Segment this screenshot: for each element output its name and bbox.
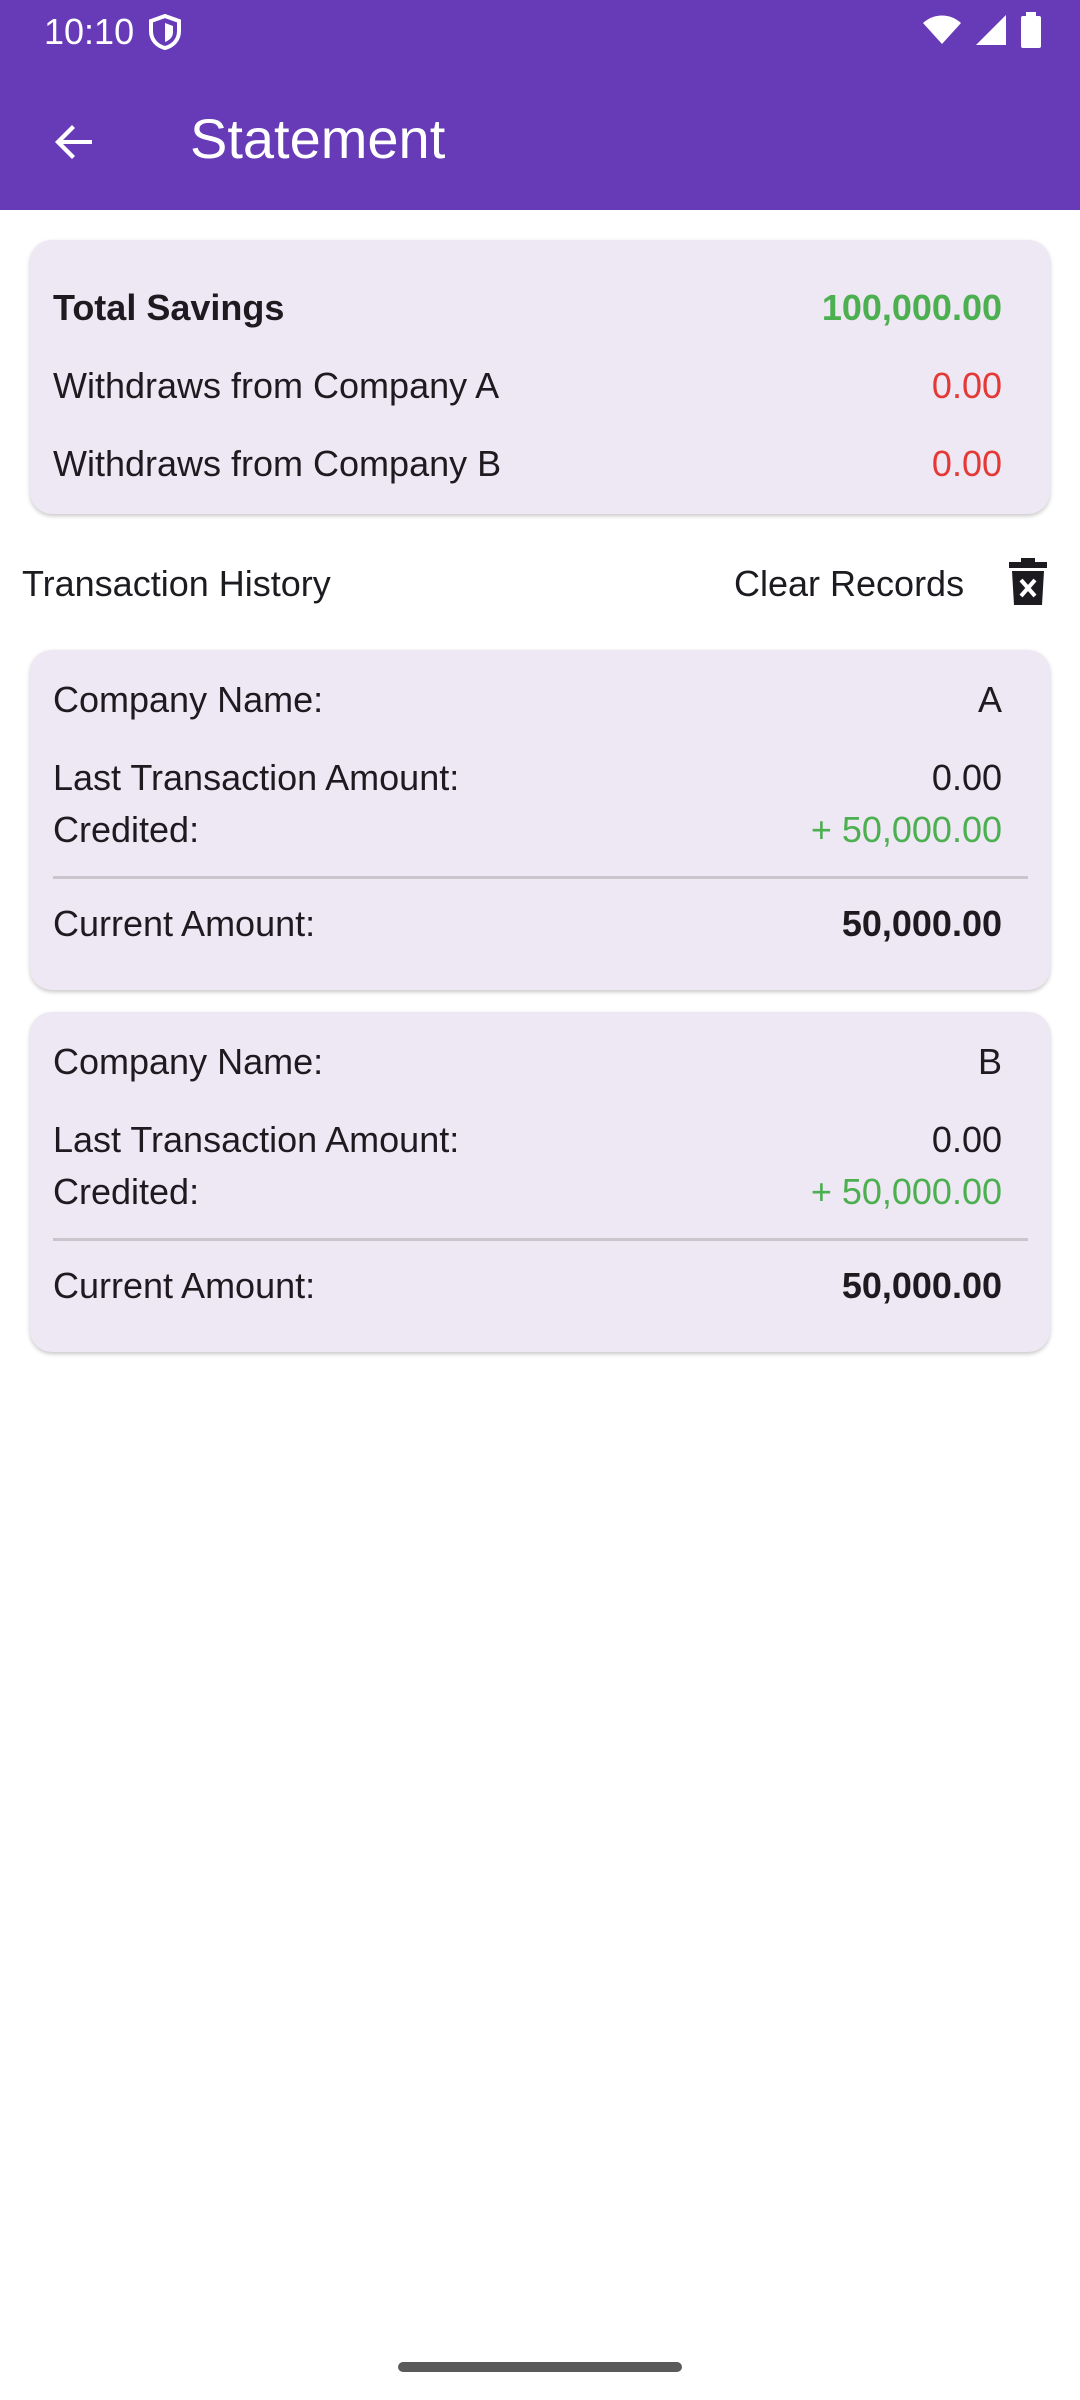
back-button[interactable] — [26, 96, 122, 192]
credited-value: + 50,000.00 — [810, 809, 1002, 850]
trash-icon — [1008, 557, 1048, 611]
company-name-row: Company Name: B — [53, 1040, 1002, 1084]
status-icons — [922, 11, 1042, 53]
last-transaction-label: Last Transaction Amount: — [53, 1119, 460, 1160]
divider — [53, 1238, 1028, 1241]
current-amount-label: Current Amount: — [53, 1265, 316, 1306]
last-transaction-value: 0.00 — [931, 757, 1002, 798]
status-time: 10:10 — [44, 11, 135, 52]
last-transaction-value: 0.00 — [931, 1119, 1002, 1160]
arrow-back-icon — [50, 118, 98, 171]
cellular-signal-icon — [974, 13, 1008, 52]
company-card-b: Company Name: B Last Transaction Amount:… — [30, 1012, 1050, 1352]
last-transaction-row: Last Transaction Amount: 0.00 — [53, 1118, 1002, 1162]
battery-icon — [1020, 11, 1042, 53]
credited-value: + 50,000.00 — [810, 1171, 1002, 1212]
current-amount-value: 50,000.00 — [841, 1265, 1002, 1306]
home-indicator[interactable] — [398, 2362, 682, 2372]
clear-records-button[interactable]: Clear Records — [734, 562, 964, 606]
withdraw-b-row: Withdraws from Company B 0.00 — [53, 442, 1002, 486]
status-bar: 10:10 — [0, 0, 1080, 64]
wifi-icon — [922, 14, 962, 51]
last-transaction-row: Last Transaction Amount: 0.00 — [53, 756, 1002, 800]
withdraw-b-value: 0.00 — [931, 443, 1002, 484]
withdraw-b-label: Withdraws from Company B — [53, 443, 502, 484]
transaction-history-title: Transaction History — [22, 563, 331, 604]
company-card-a: Company Name: A Last Transaction Amount:… — [30, 650, 1050, 990]
top-bar: 10:10 Statement — [0, 0, 1080, 210]
credited-row: Credited: + 50,000.00 — [53, 808, 1002, 852]
total-savings-value: 100,000.00 — [821, 287, 1002, 328]
app-bar: Statement — [0, 64, 1080, 210]
shield-icon — [148, 13, 182, 51]
page-title: Statement — [190, 107, 446, 170]
current-amount-value: 50,000.00 — [841, 903, 1002, 944]
credited-label: Credited: — [53, 809, 200, 850]
withdraw-a-label: Withdraws from Company A — [53, 365, 500, 406]
credited-label: Credited: — [53, 1171, 200, 1212]
divider — [53, 876, 1028, 879]
total-savings-row: Total Savings 100,000.00 — [53, 286, 1002, 330]
company-name-row: Company Name: A — [53, 678, 1002, 722]
withdraw-a-row: Withdraws from Company A 0.00 — [53, 364, 1002, 408]
total-savings-label: Total Savings — [53, 287, 285, 328]
company-name-label: Company Name: — [53, 679, 324, 720]
company-name-label: Company Name: — [53, 1041, 324, 1082]
current-amount-label: Current Amount: — [53, 903, 316, 944]
savings-summary-card: Total Savings 100,000.00 Withdraws from … — [30, 240, 1050, 514]
transaction-history-header: Transaction History Clear Records — [0, 556, 1080, 612]
credited-row: Credited: + 50,000.00 — [53, 1170, 1002, 1214]
current-amount-row: Current Amount: 50,000.00 — [53, 1264, 1002, 1308]
company-name-value: A — [977, 679, 1002, 720]
current-amount-row: Current Amount: 50,000.00 — [53, 902, 1002, 946]
last-transaction-label: Last Transaction Amount: — [53, 757, 460, 798]
withdraw-a-value: 0.00 — [931, 365, 1002, 406]
company-name-value: B — [977, 1041, 1002, 1082]
delete-records-button[interactable] — [998, 556, 1058, 612]
